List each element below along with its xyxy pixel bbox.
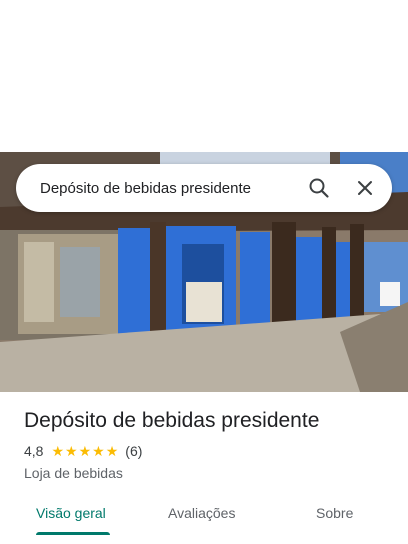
star-rating: ★ ★ ★ ★ ★: [51, 444, 119, 458]
star-icon: ★: [78, 443, 92, 459]
search-bar[interactable]: Depósito de bebidas presidente: [16, 164, 392, 212]
review-count[interactable]: (6): [125, 443, 142, 459]
close-icon[interactable]: [352, 175, 378, 201]
star-icon: ★: [92, 443, 105, 459]
tab-overview[interactable]: Visão geral: [36, 505, 106, 521]
rating-value: 4,8: [24, 443, 44, 459]
tab-bar: Visão geral Avaliações Sobre: [0, 498, 408, 544]
place-title: Depósito de bebidas presidente: [24, 409, 320, 432]
active-tab-indicator: [36, 532, 110, 535]
search-input[interactable]: Depósito de bebidas presidente: [40, 180, 306, 197]
star-icon: ★: [105, 443, 119, 459]
tab-about[interactable]: Sobre: [316, 505, 353, 521]
search-icon[interactable]: [306, 175, 332, 201]
star-icon: ★: [51, 443, 65, 459]
place-category: Loja de bebidas: [24, 465, 123, 481]
rating-row[interactable]: 4,8 ★ ★ ★ ★ ★ (6): [24, 443, 142, 459]
star-icon: ★: [65, 443, 78, 459]
tab-reviews[interactable]: Avaliações: [168, 505, 235, 521]
